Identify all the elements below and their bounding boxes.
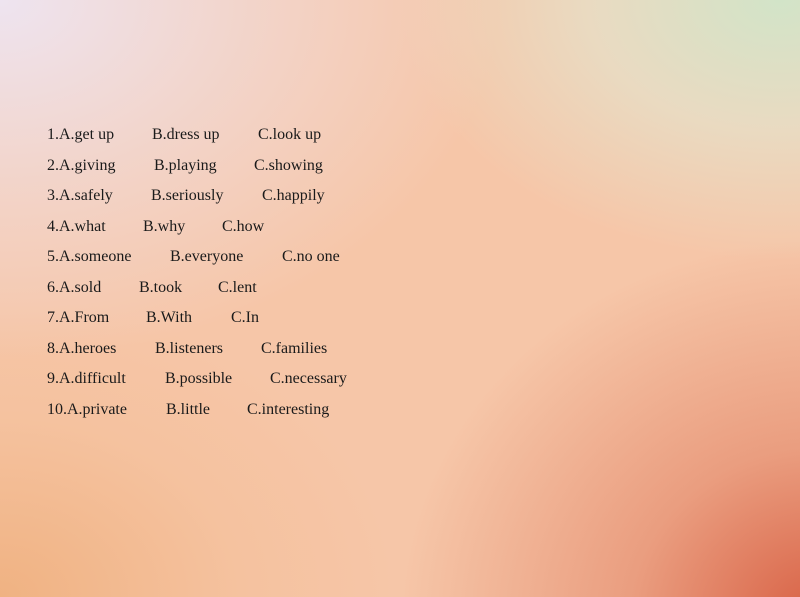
option-a: 1.A.get up xyxy=(47,126,115,143)
option-c: C.families xyxy=(261,339,328,357)
option-a: 8.A.heroes xyxy=(47,339,117,357)
option-a: 3.A.safely xyxy=(47,187,113,204)
option-c: C.interesting xyxy=(247,400,330,418)
option-a: 5.A.someone xyxy=(47,248,132,265)
option-b: B.little xyxy=(166,400,210,418)
option-b: B.With xyxy=(146,309,193,326)
option-c: C.necessary xyxy=(270,370,347,387)
option-b: B.playing xyxy=(154,156,217,174)
option-a: 4.A.what xyxy=(47,217,106,235)
option-c: C.In xyxy=(231,309,259,326)
option-c: C.look up xyxy=(258,126,322,143)
option-c: C.lent xyxy=(218,278,257,296)
option-a: 7.A.From xyxy=(47,309,110,326)
option-c: C.no one xyxy=(282,248,340,265)
option-b: B.why xyxy=(143,217,186,235)
option-b: B.dress up xyxy=(152,126,220,143)
option-a: 9.A.difficult xyxy=(47,370,126,387)
option-b: B.listeners xyxy=(155,339,223,357)
option-c: C.happily xyxy=(262,187,325,204)
option-a: 2.A.giving xyxy=(47,156,116,174)
option-c: C.how xyxy=(222,217,265,235)
option-b: B.took xyxy=(139,278,183,296)
option-b: B.seriously xyxy=(151,187,224,204)
option-c: C.showing xyxy=(254,156,323,174)
option-b: B.possible xyxy=(165,370,233,387)
option-a: 6.A.sold xyxy=(47,278,102,296)
option-b: B.everyone xyxy=(170,248,244,265)
option-a: 10.A.private xyxy=(47,400,127,418)
